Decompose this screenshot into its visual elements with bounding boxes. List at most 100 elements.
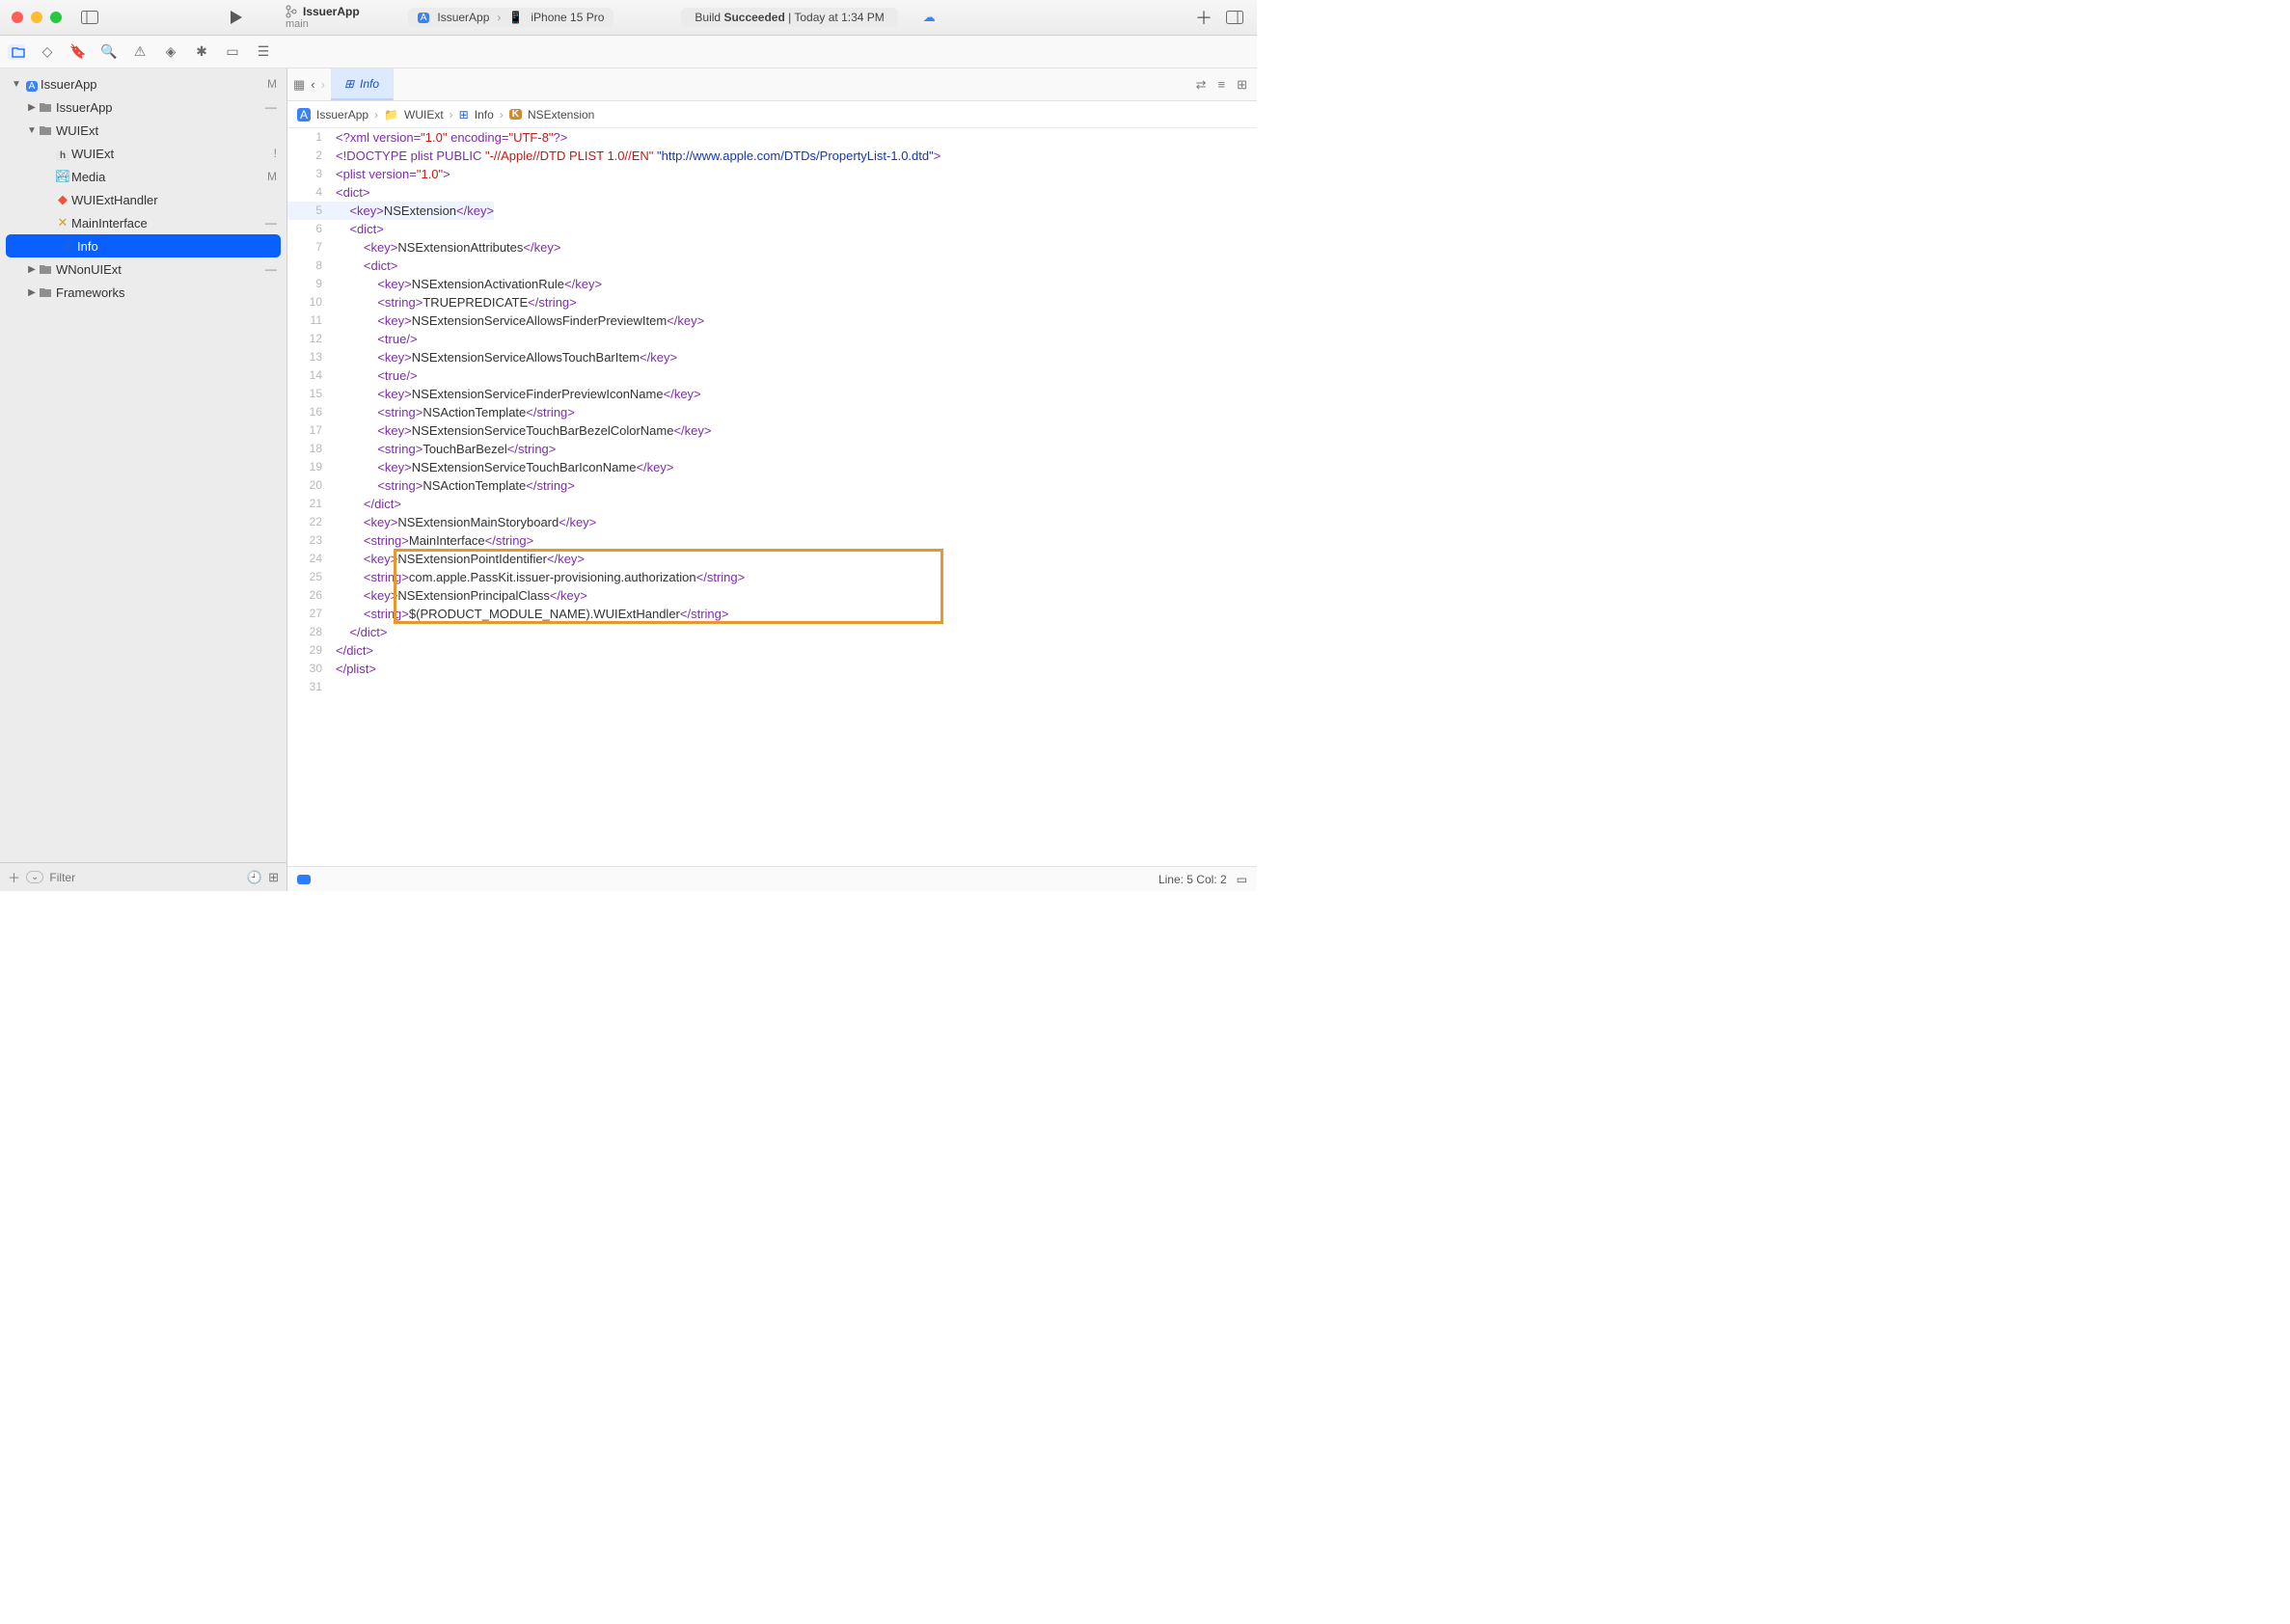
- disclosure-icon[interactable]: ▶: [25, 264, 39, 275]
- code-content[interactable]: <key>NSExtensionServiceAllowsFinderPrevi…: [332, 311, 704, 330]
- code-line[interactable]: 31: [287, 678, 1257, 696]
- code-line[interactable]: 30</plist>: [287, 660, 1257, 678]
- jump-bar[interactable]: A IssuerApp › 📁 WUIExt › ⊞ Info › K NSEx…: [287, 101, 1257, 128]
- code-content[interactable]: <?xml version="1.0" encoding="UTF-8"?>: [332, 128, 567, 147]
- editor-options-icon[interactable]: ⇄: [1196, 77, 1207, 93]
- code-content[interactable]: <dict>: [332, 183, 369, 202]
- code-line[interactable]: 1<?xml version="1.0" encoding="UTF-8"?>: [287, 128, 1257, 147]
- code-line[interactable]: 8 <dict>: [287, 257, 1257, 275]
- activity-status[interactable]: Build Succeeded | Today at 1:34 PM: [681, 8, 897, 27]
- tree-item-wuiexthandler[interactable]: ◆WUIExtHandler: [0, 188, 286, 211]
- code-content[interactable]: <key>NSExtensionActivationRule</key>: [332, 275, 602, 293]
- tab-info[interactable]: ⊞ Info: [331, 68, 394, 100]
- issue-navigator-icon[interactable]: ⚠︎: [131, 43, 149, 60]
- code-content[interactable]: <string>TouchBarBezel</string>: [332, 440, 556, 458]
- code-content[interactable]: <!DOCTYPE plist PUBLIC "-//Apple//DTD PL…: [332, 147, 941, 165]
- tree-item-issuerapp[interactable]: ▼AIssuerAppM: [0, 72, 286, 95]
- source-editor[interactable]: 1<?xml version="1.0" encoding="UTF-8"?>2…: [287, 128, 1257, 866]
- toggle-navigator-icon[interactable]: [79, 7, 100, 28]
- nav-back-button[interactable]: ‹: [311, 77, 314, 92]
- scm-filter-icon[interactable]: ⊞: [268, 870, 279, 885]
- code-line[interactable]: 19 <key>NSExtensionServiceTouchBarIconNa…: [287, 458, 1257, 476]
- code-line[interactable]: 4<dict>: [287, 183, 1257, 202]
- jumpbar-seg-3[interactable]: Info: [475, 108, 494, 122]
- jumpbar-seg-1[interactable]: IssuerApp: [316, 108, 368, 122]
- code-line[interactable]: 10 <string>TRUEPREDICATE</string>: [287, 293, 1257, 311]
- cloud-status-icon[interactable]: ☁︎: [923, 10, 936, 25]
- code-line[interactable]: 9 <key>NSExtensionActivationRule</key>: [287, 275, 1257, 293]
- code-line[interactable]: 27 <string>$(PRODUCT_MODULE_NAME).WUIExt…: [287, 605, 1257, 623]
- add-files-button[interactable]: ＋: [8, 868, 20, 886]
- code-content[interactable]: <plist version="1.0">: [332, 165, 450, 183]
- tree-item-frameworks[interactable]: ▶Frameworks: [0, 281, 286, 304]
- source-control-navigator-icon[interactable]: ◇: [39, 43, 56, 60]
- related-items-icon[interactable]: ▦: [293, 77, 305, 93]
- code-content[interactable]: <string>TRUEPREDICATE</string>: [332, 293, 577, 311]
- file-tree[interactable]: ▼AIssuerAppM▶IssuerApp—▼WUIExthWUIExt!🏞M…: [0, 68, 286, 862]
- debug-bar-toggle[interactable]: [297, 875, 311, 884]
- code-line[interactable]: 7 <key>NSExtensionAttributes</key>: [287, 238, 1257, 257]
- code-line[interactable]: 15 <key>NSExtensionServiceFinderPreviewI…: [287, 385, 1257, 403]
- code-line[interactable]: 26 <key>NSExtensionPrincipalClass</key>: [287, 586, 1257, 605]
- code-line[interactable]: 3<plist version="1.0">: [287, 165, 1257, 183]
- tree-item-wuiext[interactable]: hWUIExt!: [0, 142, 286, 165]
- filter-input[interactable]: [49, 871, 241, 884]
- tree-item-wuiext[interactable]: ▼WUIExt: [0, 119, 286, 142]
- filter-scope-icon[interactable]: ⌄: [26, 871, 43, 883]
- jumpbar-seg-4[interactable]: NSExtension: [528, 108, 594, 122]
- code-content[interactable]: </plist>: [332, 660, 376, 678]
- code-content[interactable]: <key>NSExtensionMainStoryboard</key>: [332, 513, 596, 531]
- code-content[interactable]: <key>NSExtensionServiceFinderPreviewIcon…: [332, 385, 701, 403]
- code-line[interactable]: 12 <true/>: [287, 330, 1257, 348]
- code-line[interactable]: 22 <key>NSExtensionMainStoryboard</key>: [287, 513, 1257, 531]
- code-line[interactable]: 6 <dict>: [287, 220, 1257, 238]
- code-content[interactable]: </dict>: [332, 495, 401, 513]
- tree-item-info[interactable]: ⊞Info: [6, 234, 281, 257]
- run-button[interactable]: [226, 7, 247, 28]
- code-content[interactable]: <true/>: [332, 366, 418, 385]
- tree-item-maininterface[interactable]: ✕MainInterface—: [0, 211, 286, 234]
- code-content[interactable]: <string>$(PRODUCT_MODULE_NAME).WUIExtHan…: [332, 605, 728, 623]
- code-line[interactable]: 16 <string>NSActionTemplate</string>: [287, 403, 1257, 421]
- code-content[interactable]: <string>com.apple.PassKit.issuer-provisi…: [332, 568, 745, 586]
- code-line[interactable]: 2<!DOCTYPE plist PUBLIC "-//Apple//DTD P…: [287, 147, 1257, 165]
- disclosure-icon[interactable]: ▼: [10, 79, 23, 90]
- code-content[interactable]: <key>NSExtensionAttributes</key>: [332, 238, 560, 257]
- close-window-button[interactable]: [12, 12, 23, 23]
- jumpbar-seg-2[interactable]: WUIExt: [404, 108, 444, 122]
- code-line[interactable]: 11 <key>NSExtensionServiceAllowsFinderPr…: [287, 311, 1257, 330]
- code-line[interactable]: 13 <key>NSExtensionServiceAllowsTouchBar…: [287, 348, 1257, 366]
- code-content[interactable]: <string>MainInterface</string>: [332, 531, 533, 550]
- code-content[interactable]: <key>NSExtensionPointIdentifier</key>: [332, 550, 585, 568]
- code-content[interactable]: [332, 678, 336, 696]
- code-line[interactable]: 24 <key>NSExtensionPointIdentifier</key>: [287, 550, 1257, 568]
- bookmark-navigator-icon[interactable]: 🔖: [69, 43, 87, 60]
- code-content[interactable]: <true/>: [332, 330, 418, 348]
- code-line[interactable]: 14 <true/>: [287, 366, 1257, 385]
- breakpoint-navigator-icon[interactable]: ▭: [224, 43, 241, 60]
- recent-files-icon[interactable]: 🕘: [247, 870, 262, 885]
- code-line[interactable]: 25 <string>com.apple.PassKit.issuer-prov…: [287, 568, 1257, 586]
- tree-item-media[interactable]: 🏞MediaM: [0, 165, 286, 188]
- minimap-toggle-icon[interactable]: ▭: [1237, 873, 1247, 886]
- scheme-selector[interactable]: IssuerApp main: [286, 5, 360, 30]
- zoom-window-button[interactable]: [50, 12, 62, 23]
- code-line[interactable]: 23 <string>MainInterface</string>: [287, 531, 1257, 550]
- tree-item-issuerapp[interactable]: ▶IssuerApp—: [0, 95, 286, 119]
- report-navigator-icon[interactable]: ☰: [255, 43, 272, 60]
- code-line[interactable]: 20 <string>NSActionTemplate</string>: [287, 476, 1257, 495]
- tree-item-wnonuiext[interactable]: ▶WNonUIExt—: [0, 257, 286, 281]
- code-content[interactable]: </dict>: [332, 641, 373, 660]
- code-line[interactable]: 18 <string>TouchBarBezel</string>: [287, 440, 1257, 458]
- run-destination[interactable]: A IssuerApp › 📱 iPhone 15 Pro: [408, 8, 614, 27]
- code-content[interactable]: <key>NSExtensionServiceAllowsTouchBarIte…: [332, 348, 677, 366]
- find-navigator-icon[interactable]: 🔍: [100, 43, 118, 60]
- code-content[interactable]: <key>NSExtensionServiceTouchBarIconName<…: [332, 458, 673, 476]
- project-navigator-icon[interactable]: [8, 44, 25, 60]
- code-line[interactable]: 5 <key>NSExtension</key>: [287, 202, 1257, 220]
- debug-navigator-icon[interactable]: ✱: [193, 43, 210, 60]
- test-navigator-icon[interactable]: ◈: [162, 43, 179, 60]
- code-content[interactable]: <dict>: [332, 220, 384, 238]
- code-content[interactable]: <key>NSExtensionPrincipalClass</key>: [332, 586, 587, 605]
- minimize-window-button[interactable]: [31, 12, 42, 23]
